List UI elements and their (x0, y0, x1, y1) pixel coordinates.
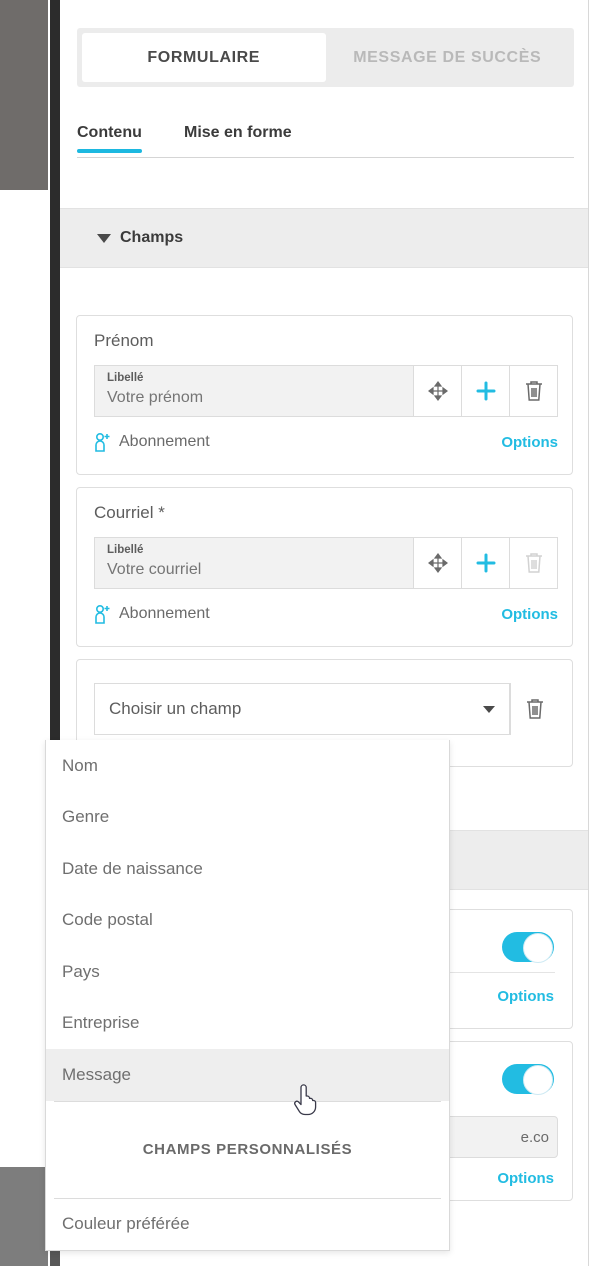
dropdown-option-nom[interactable]: Nom (46, 740, 449, 792)
input-label: Libellé (107, 544, 144, 556)
field-input-row: Libellé Votre courriel (94, 537, 558, 589)
tab-message-de-succes[interactable]: MESSAGE DE SUCCÈS (326, 33, 570, 82)
dropdown-option-message[interactable]: Message (46, 1049, 449, 1101)
options-link[interactable]: Options (501, 434, 558, 451)
plus-icon[interactable] (461, 538, 509, 588)
dropdown-option-code-postal[interactable]: Code postal (46, 895, 449, 947)
field-select-value: Choisir un champ (109, 699, 242, 718)
field-select-dropdown: Nom Genre Date de naissance Code postal … (45, 740, 450, 1251)
move-icon[interactable] (413, 366, 461, 416)
field-card-courriel: Courriel * Libellé Votre courriel Abonne… (76, 487, 573, 647)
input-label: Libellé (107, 372, 144, 384)
field-card-footer: Abonnement Options (94, 426, 558, 458)
toggle-switch[interactable] (502, 1064, 554, 1095)
dropdown-option-couleur-preferee[interactable]: Couleur préférée (46, 1199, 449, 1251)
chevron-down-icon (483, 705, 495, 713)
hidden-input-value: e.co (520, 1128, 549, 1146)
person-add-icon (94, 604, 111, 624)
left-chrome-top-panel (0, 0, 48, 190)
tab-contenu[interactable]: Contenu (77, 124, 142, 153)
dropdown-option-entreprise[interactable]: Entreprise (46, 998, 449, 1050)
trash-icon[interactable] (510, 683, 558, 735)
dropdown-option-pays[interactable]: Pays (46, 946, 449, 998)
screen: FORMULAIRE MESSAGE DE SUCCÈS Contenu Mis… (0, 0, 597, 1266)
dropdown-option-genre[interactable]: Genre (46, 792, 449, 844)
person-add-icon (94, 432, 111, 452)
top-tab-group: FORMULAIRE MESSAGE DE SUCCÈS (77, 28, 574, 87)
trash-icon[interactable] (509, 366, 557, 416)
label-input[interactable]: Libellé Votre prénom (95, 366, 413, 416)
options-link[interactable]: Options (497, 1170, 554, 1187)
sub-tab-group: Contenu Mise en forme (77, 124, 574, 158)
caret-down-icon (97, 233, 111, 243)
label-input[interactable]: Libellé Votre courriel (95, 538, 413, 588)
dropdown-option-date-de-naissance[interactable]: Date de naissance (46, 843, 449, 895)
field-selector-row: Choisir un champ (94, 683, 558, 735)
field-select[interactable]: Choisir un champ (94, 683, 510, 735)
field-input-row: Libellé Votre prénom (94, 365, 558, 417)
right-edge-rule (588, 0, 589, 1266)
dropdown-group-header: CHAMPS PERSONNALISÉS (142, 1141, 353, 1158)
left-chrome-bottom-panel (0, 1167, 48, 1266)
field-card-title: Prénom (94, 331, 154, 350)
options-link[interactable]: Options (501, 606, 558, 623)
field-card-footer: Abonnement Options (94, 598, 558, 630)
tab-formulaire[interactable]: FORMULAIRE (82, 33, 326, 82)
field-card-title: Courriel * (94, 503, 165, 522)
move-icon[interactable] (413, 538, 461, 588)
subscription-label: Abonnement (119, 433, 210, 450)
section-header-champs[interactable]: Champs (60, 208, 588, 268)
trash-icon-disabled (509, 538, 557, 588)
input-value: Votre prénom (107, 389, 204, 406)
section-title: Champs (120, 229, 184, 246)
plus-icon[interactable] (461, 366, 509, 416)
tab-mise-en-forme[interactable]: Mise en forme (184, 124, 292, 151)
subscription-label: Abonnement (119, 605, 210, 622)
input-value: Votre courriel (107, 561, 202, 578)
options-link[interactable]: Options (497, 988, 554, 1005)
field-card-prenom: Prénom Libellé Votre prénom Abonnement O… (76, 315, 573, 475)
toggle-switch[interactable] (502, 932, 554, 963)
